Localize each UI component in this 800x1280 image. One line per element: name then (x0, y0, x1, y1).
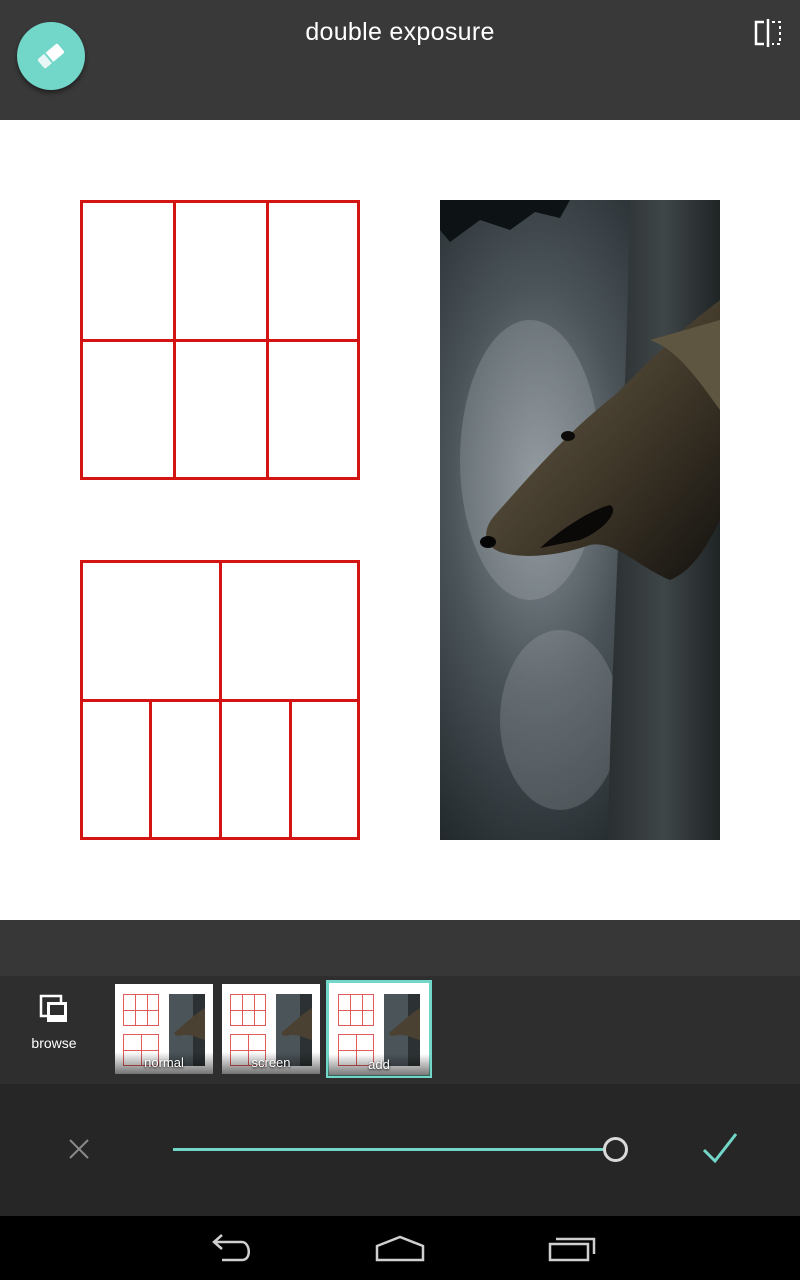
grid-line (83, 339, 357, 342)
blend-mode-screen[interactable]: screen (222, 984, 320, 1074)
opacity-slider-bar (0, 1084, 800, 1216)
image-canvas[interactable] (0, 120, 800, 920)
home-button[interactable] (372, 1230, 428, 1266)
collage-grid-2-over-4 (80, 560, 360, 840)
blend-mode-label: add (328, 1054, 430, 1076)
back-icon (212, 1234, 250, 1262)
close-icon (69, 1139, 89, 1159)
slider-track[interactable] (173, 1148, 615, 1151)
blend-mode-normal[interactable]: normal (115, 984, 213, 1074)
top-toolbar: double exposure (0, 0, 800, 120)
blend-mode-add[interactable]: add (326, 980, 432, 1078)
grid-line (219, 563, 222, 837)
app-root: double exposure browse normal screen add (0, 0, 800, 1280)
stacked-photos-icon (39, 994, 67, 1022)
blend-mode-label: screen (222, 1052, 320, 1074)
grid-line (266, 203, 269, 477)
recents-button[interactable] (544, 1230, 600, 1266)
dog-tree-photo (440, 200, 720, 840)
slider-knob[interactable] (603, 1137, 628, 1162)
home-icon (375, 1235, 425, 1262)
grid-line (149, 699, 152, 837)
grid-line (289, 699, 292, 837)
cancel-button[interactable] (62, 1132, 96, 1166)
grid-line (173, 203, 176, 477)
blend-mode-label: normal (115, 1052, 213, 1074)
page-title: double exposure (305, 18, 495, 46)
system-nav-bar (0, 1216, 800, 1280)
checkmark-icon (702, 1133, 738, 1164)
thumb-grid (230, 994, 266, 1026)
confirm-button[interactable] (700, 1128, 740, 1168)
blend-mode-strip: browse normal screen add (0, 976, 800, 1084)
compare-split-icon (754, 19, 781, 47)
recents-icon (548, 1237, 596, 1262)
collage-grid-3x2 (80, 200, 360, 480)
canvas-footer-bar (0, 920, 800, 976)
thumb-grid (123, 994, 159, 1026)
thumb-grid (338, 994, 374, 1026)
browse-button[interactable]: browse (14, 992, 94, 1051)
back-button[interactable] (202, 1230, 258, 1266)
compare-button[interactable] (752, 18, 784, 48)
browse-label: browse (31, 1035, 77, 1051)
